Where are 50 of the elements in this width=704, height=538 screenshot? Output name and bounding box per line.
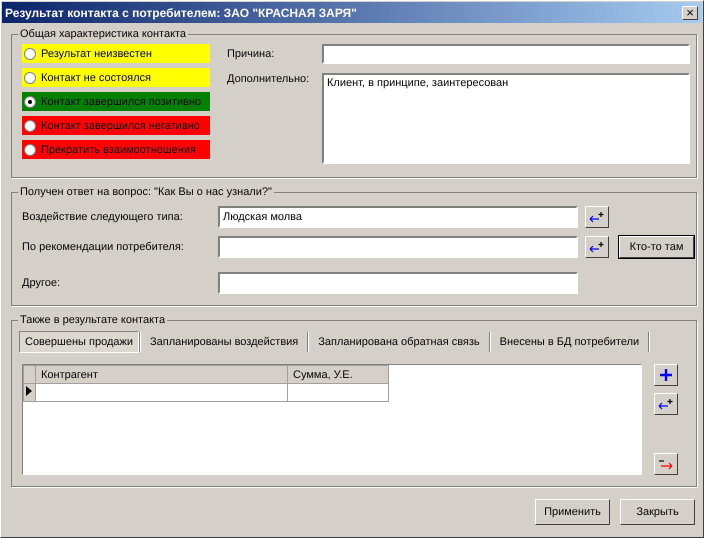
plus-icon: [659, 368, 673, 382]
result-option[interactable]: Результат неизвестен: [22, 44, 210, 63]
remove-button[interactable]: [654, 453, 678, 475]
who-button[interactable]: Кто-то там: [619, 236, 694, 258]
radio-button[interactable]: [24, 120, 36, 132]
radio-button[interactable]: [24, 72, 36, 84]
result-option[interactable]: Контакт не состоялся: [22, 68, 210, 87]
field-label: Воздействие следующего типа:: [22, 211, 184, 223]
option-label: Прекратить взаимоотношения: [41, 144, 196, 156]
result-option[interactable]: Прекратить взаимоотношения: [22, 140, 210, 159]
group-legend: Общая характеристика контакта: [18, 28, 188, 40]
add-button[interactable]: [654, 364, 678, 386]
arrow-plus-icon: [589, 211, 605, 223]
radio-button[interactable]: [24, 48, 36, 60]
current-row-icon: [26, 386, 32, 396]
group-legend: Получен ответ на вопрос: "Как Вы о нас узнали?": [18, 186, 274, 198]
tab[interactable]: Запланирована обратная связь: [309, 331, 489, 353]
pick-button[interactable]: [585, 206, 609, 228]
dialog-button[interactable]: Закрыть: [620, 499, 695, 525]
extra-label: Дополнительно:: [227, 73, 310, 85]
close-button[interactable]: ×: [682, 6, 698, 20]
column-header[interactable]: Контрагент: [36, 366, 288, 384]
field-label: Другое:: [22, 277, 62, 289]
extra-field[interactable]: Клиент, в принципе, заинтересован: [322, 73, 690, 164]
result-option[interactable]: Контакт завершился негативно: [22, 116, 210, 135]
dialog-button[interactable]: Применить: [535, 499, 610, 525]
pick-button[interactable]: [585, 236, 609, 258]
column-header[interactable]: Сумма, У.Е.: [288, 366, 388, 384]
arrow-plus-icon: [589, 241, 605, 253]
input-field[interactable]: [218, 272, 578, 294]
option-label: Результат неизвестен: [41, 48, 152, 60]
result-option[interactable]: Контакт завершился позитивно: [22, 92, 210, 111]
group-legend: Также в результате контакта: [18, 314, 168, 326]
tab[interactable]: Совершены продажи: [19, 331, 139, 353]
option-label: Контакт завершился негативно: [41, 120, 200, 132]
arrow-plus-icon: [658, 398, 674, 410]
reason-field[interactable]: [322, 44, 690, 64]
input-field[interactable]: [218, 236, 578, 258]
radio-button[interactable]: [24, 96, 36, 108]
option-label: Контакт не состоялся: [41, 72, 152, 84]
option-label: Контакт завершился позитивно: [41, 96, 202, 108]
tab[interactable]: Внесены в БД потребители: [490, 331, 648, 353]
window-title: Результат контакта с потребителем: ЗАО "КРАСНАЯ ЗАРЯ": [5, 6, 357, 20]
tab[interactable]: Запланированы воздействия: [141, 331, 308, 353]
dash-arrow-icon: [658, 458, 674, 470]
field-label: По рекомендации потребителя:: [22, 241, 185, 253]
input-field[interactable]: Людская молва: [218, 206, 578, 228]
radio-button[interactable]: [24, 144, 36, 156]
reason-label: Причина:: [227, 48, 276, 60]
pick-button[interactable]: [654, 393, 678, 415]
